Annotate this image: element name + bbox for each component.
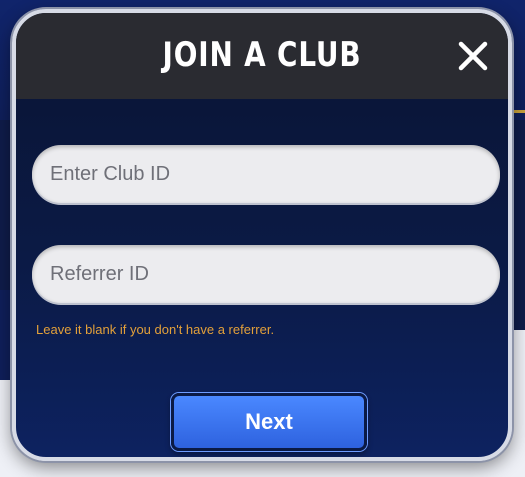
referrer-hint: Leave it blank if you don't have a refer… [36, 322, 275, 337]
club-id-field [32, 145, 500, 203]
close-icon [458, 41, 488, 71]
join-club-modal: JOIN A CLUB Leave it blank if you don't … [12, 9, 512, 461]
club-id-input[interactable] [32, 145, 500, 203]
modal-title: JOIN A CLUB [162, 35, 362, 75]
referrer-id-input[interactable] [32, 245, 500, 303]
modal-header: JOIN A CLUB [16, 13, 508, 99]
referrer-id-field [32, 245, 500, 303]
close-button[interactable] [456, 39, 490, 73]
next-button[interactable]: Next [171, 393, 367, 451]
